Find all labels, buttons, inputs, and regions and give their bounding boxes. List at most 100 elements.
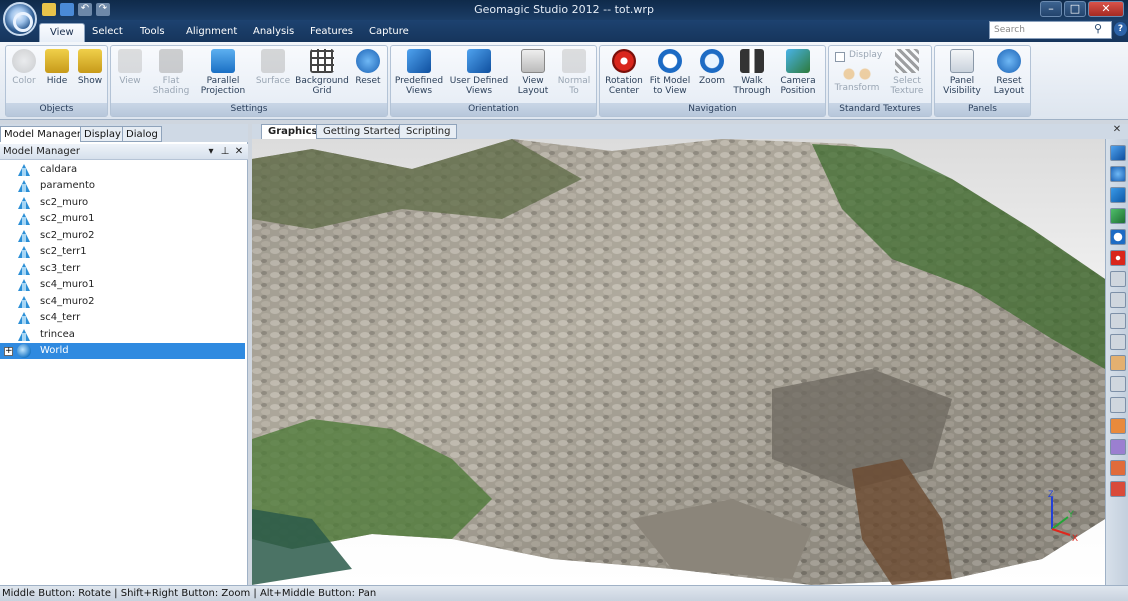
polyline-select-icon[interactable] xyxy=(1110,397,1126,413)
ribbon-tab-bar: View Select Tools Alignment Analysis Fea… xyxy=(0,20,1128,42)
select-rectangle-icon[interactable] xyxy=(1110,271,1126,287)
normal-to-button[interactable]: Normal To xyxy=(555,49,593,101)
tab-graphics[interactable]: Graphics xyxy=(261,124,325,139)
help-icon[interactable]: ? xyxy=(1114,22,1127,36)
transform-icon xyxy=(841,68,873,80)
reset-icon xyxy=(356,49,380,73)
show-icon xyxy=(78,49,102,73)
select-by-curvature-icon[interactable] xyxy=(1110,418,1126,434)
cube-icon xyxy=(407,49,431,73)
select-through-icon[interactable] xyxy=(1110,355,1126,371)
tree-item-sc3-terr[interactable]: sc3_terr xyxy=(0,261,245,277)
tree-item-sc2-muro1[interactable]: sc2_muro1 xyxy=(0,211,245,227)
tree-item-sc4-muro2[interactable]: sc4_muro2 xyxy=(0,294,245,310)
parallel-projection-button[interactable]: Parallel Projection xyxy=(195,49,251,101)
fit-model-button[interactable]: Fit Model to View xyxy=(648,49,692,101)
minimize-button[interactable]: – xyxy=(1040,1,1062,17)
surface-button[interactable]: Surface xyxy=(253,49,293,101)
tab-scripting[interactable]: Scripting xyxy=(399,124,458,139)
tab-dialog[interactable]: Dialog xyxy=(122,126,162,142)
tab-tools[interactable]: Tools xyxy=(130,23,175,42)
tab-capture[interactable]: Capture xyxy=(359,23,419,42)
rotation-center-icon xyxy=(612,49,636,73)
select-all-icon[interactable] xyxy=(1110,439,1126,455)
paint-select-icon[interactable] xyxy=(1110,334,1126,350)
expand-icon[interactable]: + xyxy=(4,347,13,356)
tab-alignment[interactable]: Alignment xyxy=(176,23,247,42)
walk-through-button[interactable]: Walk Through xyxy=(732,49,772,101)
search-icon[interactable]: ⚲ xyxy=(1094,22,1108,36)
rotation-center-button[interactable]: Rotation Center xyxy=(602,49,646,101)
close-document-icon[interactable]: ✕ xyxy=(1110,124,1124,137)
tab-model-manager[interactable]: Model Manager xyxy=(0,126,86,142)
color-button[interactable]: Color xyxy=(8,49,40,101)
select-manifold-icon[interactable] xyxy=(1110,481,1126,497)
projection-icon[interactable] xyxy=(1110,187,1126,203)
mesh-icon xyxy=(18,312,30,324)
zoom-button[interactable]: Zoom xyxy=(694,49,730,101)
tab-features[interactable]: Features xyxy=(300,23,363,42)
view-layout-button[interactable]: View Layout xyxy=(513,49,553,101)
reset-button[interactable]: Reset xyxy=(351,49,385,101)
panel-visibility-button[interactable]: Panel Visibility xyxy=(937,49,987,101)
tree-item-world[interactable]: + World xyxy=(0,343,245,359)
tab-analysis[interactable]: Analysis xyxy=(243,23,304,42)
user-defined-views-button[interactable]: User Defined Views xyxy=(447,49,511,101)
globe-icon xyxy=(17,344,31,358)
tree-item-trincea[interactable]: trincea xyxy=(0,327,245,343)
tab-getting-started[interactable]: Getting Started xyxy=(316,124,408,139)
transform-button[interactable]: Transform xyxy=(831,68,883,98)
rotation-center-icon[interactable] xyxy=(1110,250,1126,266)
background-grid-button[interactable]: Background Grid xyxy=(295,49,349,101)
mesh-icon xyxy=(18,296,30,308)
tree-item-sc4-muro1[interactable]: sc4_muro1 xyxy=(0,277,245,293)
tree-item-caldara[interactable]: caldara xyxy=(0,162,245,178)
tab-display[interactable]: Display xyxy=(80,126,125,142)
ribbon: Color Hide Show Objects View Flat Shadin… xyxy=(0,42,1128,120)
fit-view-icon[interactable] xyxy=(1110,229,1126,245)
mesh-icon xyxy=(18,164,30,176)
mesh-icon xyxy=(18,263,30,275)
show-button[interactable]: Show xyxy=(74,49,106,101)
tab-select[interactable]: Select xyxy=(82,23,133,42)
display-checkbox[interactable] xyxy=(835,52,845,62)
close-panel-icon[interactable]: ✕ xyxy=(233,145,245,158)
pin-icon[interactable]: ⊥ xyxy=(219,145,231,158)
tree-item-sc2-muro[interactable]: sc2_muro xyxy=(0,195,245,211)
mesh-icon xyxy=(18,230,30,242)
tree-item-sc4-terr[interactable]: sc4_terr xyxy=(0,310,245,326)
view-mode-button[interactable]: View xyxy=(113,49,147,101)
tree-item-sc2-terr1[interactable]: sc2_terr1 xyxy=(0,244,245,260)
mesh-icon xyxy=(18,197,30,209)
tree-item-sc2-muro2[interactable]: sc2_muro2 xyxy=(0,228,245,244)
tree-item-paramento[interactable]: paramento xyxy=(0,178,245,194)
z-axis-label: Z xyxy=(1048,489,1054,499)
lasso-select-icon[interactable] xyxy=(1110,376,1126,392)
camera-view-icon[interactable] xyxy=(1110,208,1126,224)
hide-button[interactable]: Hide xyxy=(42,49,72,101)
group-panels: Panel Visibility Reset Layout Panels xyxy=(934,45,1031,117)
reset-layout-icon xyxy=(997,49,1021,73)
reset-layout-button[interactable]: Reset Layout xyxy=(989,49,1029,101)
grid-icon xyxy=(310,49,334,73)
reset-view-icon[interactable] xyxy=(1110,166,1126,182)
graphics-viewport[interactable]: Z Y X xyxy=(252,139,1105,585)
hide-icon xyxy=(45,49,69,73)
select-none-icon[interactable] xyxy=(1110,460,1126,476)
group-label-standard-textures: Standard Textures xyxy=(829,103,931,116)
group-objects: Color Hide Show Objects xyxy=(5,45,108,117)
flat-shading-button[interactable]: Flat Shading xyxy=(149,49,193,101)
close-button[interactable]: ✕ xyxy=(1088,1,1124,17)
predefined-view-icon[interactable] xyxy=(1110,145,1126,161)
fit-model-icon xyxy=(658,49,682,73)
panel-visibility-icon xyxy=(950,49,974,73)
select-line-icon[interactable] xyxy=(1110,313,1126,329)
application-menu-button[interactable] xyxy=(3,2,37,36)
select-texture-button[interactable]: Select Texture xyxy=(885,49,929,101)
tab-view[interactable]: View xyxy=(39,23,85,42)
maximize-button[interactable]: □ xyxy=(1064,1,1086,17)
select-ellipse-icon[interactable] xyxy=(1110,292,1126,308)
predefined-views-button[interactable]: Predefined Views xyxy=(393,49,445,101)
dropdown-arrow-icon[interactable]: ▾ xyxy=(205,145,217,158)
camera-position-button[interactable]: Camera Position xyxy=(774,49,822,101)
